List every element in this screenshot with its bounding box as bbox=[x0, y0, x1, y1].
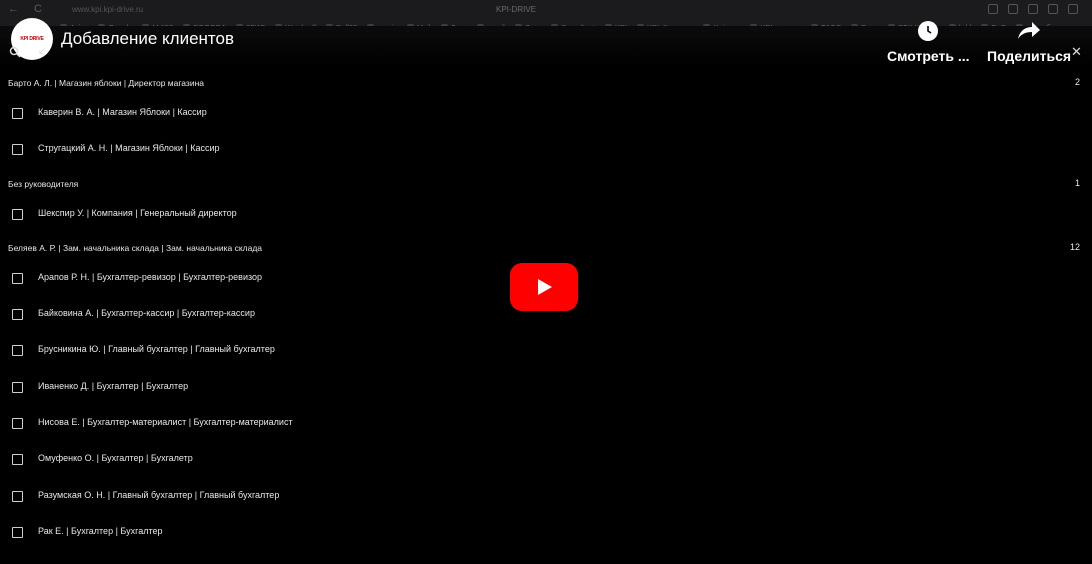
play-button[interactable] bbox=[510, 263, 578, 311]
client-label: Нисова Е. | Бухгалтер-материалист | Бухг… bbox=[38, 417, 293, 428]
share-button[interactable]: Поделиться bbox=[987, 48, 1071, 64]
list-item[interactable]: Брусникина Ю. | Главный бухгалтер | Глав… bbox=[0, 333, 1092, 369]
client-checkbox[interactable] bbox=[12, 381, 23, 393]
back-icon[interactable]: ← bbox=[8, 3, 19, 15]
extension-icon[interactable] bbox=[1048, 4, 1058, 14]
client-checkbox[interactable] bbox=[12, 208, 23, 220]
client-checkbox[interactable] bbox=[12, 144, 23, 156]
clock-icon[interactable] bbox=[918, 21, 938, 41]
share-icon[interactable] bbox=[1015, 20, 1041, 42]
group-name: Барто А. Л. | Магазин яблоки | Директор … bbox=[8, 78, 204, 88]
client-label: Стругацкий А. Н. | Магазин Яблоки | Касс… bbox=[38, 143, 220, 154]
client-label: Брусникина Ю. | Главный бухгалтер | Глав… bbox=[38, 344, 275, 355]
client-label: Каверин В. А. | Магазин Яблоки | Кассир bbox=[38, 107, 207, 117]
video-title[interactable]: Добавление клиентов bbox=[61, 29, 234, 49]
group-count: 1 bbox=[1074, 177, 1080, 188]
client-label: Рак Е. | Бухгалтер | Бухгалтер bbox=[38, 525, 163, 536]
loading-icon: ↙ bbox=[38, 46, 47, 57]
play-icon bbox=[538, 279, 552, 295]
list-item[interactable]: Нисова Е. | Бухгалтер-материалист | Бухг… bbox=[0, 406, 1092, 442]
group-header[interactable]: Без руководителя 1 bbox=[0, 169, 1092, 197]
extension-icons bbox=[988, 4, 1078, 14]
client-checkbox[interactable] bbox=[12, 272, 23, 284]
list-item[interactable]: Иваненко Д. | Бухгалтер | Бухгалтер bbox=[0, 370, 1092, 406]
extension-icon[interactable] bbox=[988, 4, 998, 14]
group-name: Беляев А. Р. | Зам. начальника склада | … bbox=[8, 242, 263, 253]
client-checkbox[interactable] bbox=[12, 108, 23, 119]
list-item[interactable]: Омуфенко О. | Бухгалтер | Бухгалетр bbox=[0, 442, 1092, 478]
group-count: 2 bbox=[1074, 77, 1080, 87]
list-item[interactable]: Каверин В. А. | Магазин Яблоки | Кассир bbox=[0, 96, 1092, 132]
reload-icon[interactable]: C bbox=[34, 3, 42, 15]
client-label: Шекспир У. | Компания | Генеральный дире… bbox=[38, 207, 237, 218]
client-checkbox[interactable] bbox=[12, 490, 23, 502]
group-header[interactable]: Барто А. Л. | Магазин яблоки | Директор … bbox=[0, 68, 1092, 96]
channel-logo: KPI DRIVE bbox=[20, 36, 44, 42]
client-label: Разумская О. Н. | Главный бухгалтер | Гл… bbox=[38, 489, 280, 500]
client-checkbox[interactable] bbox=[12, 526, 23, 538]
extension-icon[interactable] bbox=[1008, 4, 1018, 14]
watch-later-button[interactable]: Смотреть ... bbox=[887, 48, 970, 64]
client-checkbox[interactable] bbox=[12, 345, 23, 357]
group-name: Без руководителя bbox=[8, 178, 79, 189]
list-item[interactable]: Разумская О. Н. | Главный бухгалтер | Гл… bbox=[0, 479, 1092, 515]
client-checkbox[interactable] bbox=[12, 418, 23, 430]
extension-icon[interactable] bbox=[1028, 4, 1038, 14]
browser-address-row: ← C www.kpi.kpi-drive.ru KPI-DRIVE bbox=[0, 3, 1092, 19]
list-item[interactable]: Стругацкий А. Н. | Магазин Яблоки | Касс… bbox=[0, 132, 1092, 168]
url-bar[interactable]: www.kpi.kpi-drive.ru bbox=[72, 5, 143, 14]
list-item[interactable]: Шекспир У. | Компания | Генеральный дире… bbox=[0, 197, 1092, 233]
list-item[interactable]: Рак Е. | Бухгалтер | Бухгалтер bbox=[0, 515, 1092, 551]
client-label: Арапов Р. Н. | Бухгалтер-ревизор | Бухга… bbox=[38, 271, 263, 282]
search-icon[interactable] bbox=[9, 46, 21, 58]
group-count: 12 bbox=[1069, 241, 1080, 252]
client-label: Омуфенко О. | Бухгалтер | Бухгалетр bbox=[38, 453, 193, 464]
client-label: Байковина А. | Бухгалтер-кассир | Бухгал… bbox=[38, 308, 255, 319]
extension-icon[interactable] bbox=[1068, 4, 1078, 14]
client-checkbox[interactable] bbox=[12, 309, 23, 321]
client-checkbox[interactable] bbox=[12, 454, 23, 466]
tab-title: KPI-DRIVE bbox=[496, 5, 537, 14]
group-header[interactable]: Беляев А. Р. | Зам. начальника склада | … bbox=[0, 233, 1092, 261]
close-icon[interactable]: ✕ bbox=[1071, 44, 1082, 60]
client-label: Иваненко Д. | Бухгалтер | Бухгалтер bbox=[38, 380, 189, 391]
